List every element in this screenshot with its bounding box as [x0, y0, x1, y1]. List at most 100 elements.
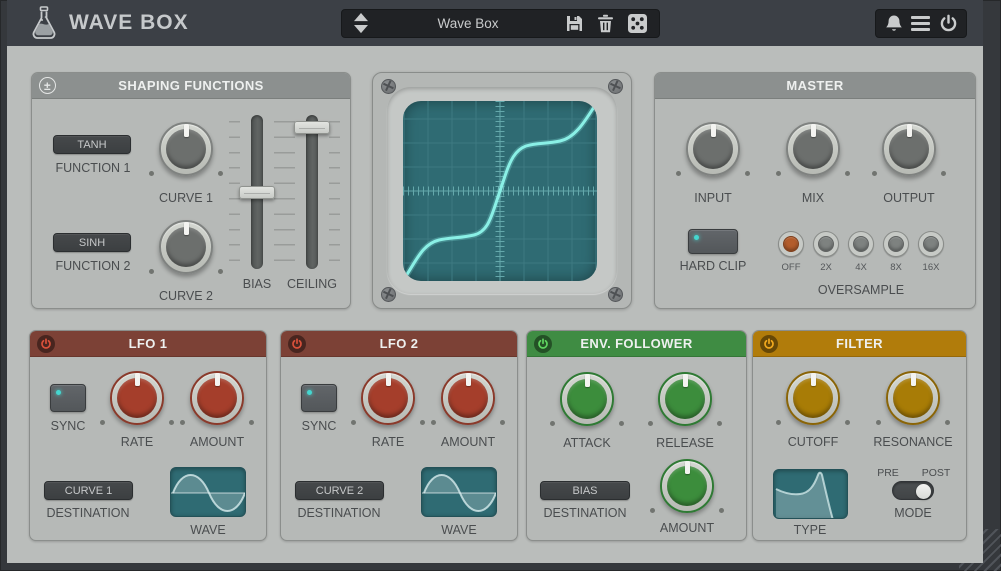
lfo2-sync-button[interactable]: [301, 384, 337, 412]
shaping-functions-title: SHAPING FUNCTIONS: [118, 78, 263, 93]
lfo1-amount-label: AMOUNT: [190, 435, 244, 449]
lfo2-title: LFO 2: [380, 336, 419, 351]
function2-select-button[interactable]: SINH: [53, 233, 131, 252]
shaping-functions-header: ± SHAPING FUNCTIONS: [32, 73, 350, 99]
env-destination-button[interactable]: BIAS: [540, 481, 630, 500]
oversample-8x-label: 8X: [890, 262, 902, 273]
env-follower-header: ENV. FOLLOWER: [527, 331, 746, 357]
randomize-dice-icon[interactable]: [627, 13, 648, 34]
window-controls: [875, 9, 967, 38]
curve2-knob[interactable]: [159, 220, 213, 274]
screw-icon: [608, 287, 623, 302]
oversample-8x-radio[interactable]: [883, 231, 909, 257]
lfo1-power-icon[interactable]: [37, 335, 55, 353]
bipolar-plus-minus-icon[interactable]: ±: [39, 77, 56, 94]
attack-knob[interactable]: [560, 372, 614, 426]
curve2-label: CURVE 2: [159, 289, 213, 303]
titlebar: WAVE BOX Wave Box: [7, 0, 983, 46]
hard-clip-label: HARD CLIP: [680, 259, 747, 273]
function1-select-button[interactable]: TANH: [53, 135, 131, 154]
menu-icon[interactable]: [911, 16, 930, 31]
function1-label: FUNCTION 1: [56, 161, 131, 175]
env-amount-label: AMOUNT: [660, 521, 714, 535]
function2-label: FUNCTION 2: [56, 259, 131, 273]
filter-power-icon[interactable]: [760, 335, 778, 353]
input-label: INPUT: [694, 191, 732, 205]
oversample-16x-label: 16X: [923, 262, 940, 273]
release-knob[interactable]: [658, 372, 712, 426]
master-header: MASTER: [655, 73, 975, 99]
preset-down-icon[interactable]: [354, 25, 368, 34]
lfo2-panel: LFO 2 SYNC RATE AMOUNT CURVE 2 DESTINATI…: [280, 330, 518, 541]
shaping-functions-panel: ± SHAPING FUNCTIONS TANH FUNCTION 1 CURV…: [31, 72, 351, 309]
save-icon[interactable]: [565, 14, 584, 33]
ceiling-slider-track[interactable]: [306, 115, 318, 269]
filter-header: FILTER: [753, 331, 966, 357]
preset-actions: [565, 13, 650, 34]
mode-pre-label: PRE: [877, 467, 899, 479]
mode-toggle-switch[interactable]: [892, 481, 934, 500]
screw-icon: [381, 287, 396, 302]
lowpass-curve-icon: [774, 470, 848, 519]
attack-label: ATTACK: [563, 436, 610, 450]
preset-up-icon[interactable]: [354, 13, 368, 22]
oversample-off-radio[interactable]: [778, 231, 804, 257]
mode-toggle-knob[interactable]: [916, 484, 931, 499]
oscilloscope-bezel: [372, 72, 632, 309]
lfo2-amount-knob[interactable]: [441, 371, 495, 425]
lfo1-panel: LFO 1 SYNC RATE AMOUNT CURVE 1 DESTINATI…: [29, 330, 267, 541]
preset-prev-next-buttons[interactable]: [351, 12, 371, 36]
filter-type-display[interactable]: [773, 469, 848, 519]
curve1-label: CURVE 1: [159, 191, 213, 205]
mode-post-label: POST: [922, 467, 951, 479]
ceiling-slider-handle[interactable]: [294, 121, 330, 134]
oversample-label: OVERSAMPLE: [818, 283, 904, 297]
lfo1-wave-display[interactable]: [170, 467, 246, 517]
oscilloscope-screen: [403, 101, 597, 281]
env-follower-power-icon[interactable]: [534, 335, 552, 353]
lfo2-power-icon[interactable]: [288, 335, 306, 353]
plugin-window: WAVE BOX Wave Box: [0, 0, 1001, 571]
sine-wave-icon: [422, 468, 497, 517]
lfo2-destination-button[interactable]: CURVE 2: [295, 481, 384, 500]
lfo2-amount-label: AMOUNT: [441, 435, 495, 449]
curve1-knob[interactable]: [159, 122, 213, 176]
filter-title: FILTER: [836, 336, 883, 351]
env-follower-panel: ENV. FOLLOWER ATTACK RELEASE BIAS DESTIN…: [526, 330, 747, 541]
oversample-2x-radio[interactable]: [813, 231, 839, 257]
hard-clip-button[interactable]: [688, 229, 738, 254]
transfer-curve-display: [403, 101, 597, 281]
preset-name[interactable]: Wave Box: [371, 16, 565, 31]
lfo2-destination-label: DESTINATION: [297, 506, 380, 520]
lfo1-rate-knob[interactable]: [110, 371, 164, 425]
cutoff-knob[interactable]: [786, 371, 840, 425]
lfo1-title: LFO 1: [129, 336, 168, 351]
lfo1-sync-led: [56, 390, 61, 395]
power-bypass-icon[interactable]: [939, 14, 958, 33]
oversample-off-label: OFF: [782, 262, 801, 273]
lfo1-sync-button[interactable]: [50, 384, 86, 412]
lfo2-sync-label: SYNC: [302, 419, 337, 433]
ceiling-slider[interactable]: [282, 115, 342, 269]
mix-knob[interactable]: [786, 122, 840, 176]
preset-selector: Wave Box: [341, 9, 660, 38]
input-knob[interactable]: [686, 122, 740, 176]
oversample-16x-radio[interactable]: [918, 231, 944, 257]
output-label: OUTPUT: [883, 191, 934, 205]
lfo1-destination-button[interactable]: CURVE 1: [44, 481, 133, 500]
lfo2-wave-display[interactable]: [421, 467, 497, 517]
lfo1-amount-knob[interactable]: [190, 371, 244, 425]
bias-slider-handle[interactable]: [239, 186, 275, 199]
lfo2-rate-knob[interactable]: [361, 371, 415, 425]
mode-label: MODE: [894, 506, 932, 520]
env-amount-knob[interactable]: [660, 459, 714, 513]
notifications-bell-icon[interactable]: [885, 14, 903, 33]
oversample-4x-radio[interactable]: [848, 231, 874, 257]
resonance-knob[interactable]: [886, 371, 940, 425]
lfo2-sync-led: [307, 390, 312, 395]
release-label: RELEASE: [656, 436, 714, 450]
bias-slider[interactable]: [227, 115, 287, 269]
output-knob[interactable]: [882, 122, 936, 176]
delete-preset-icon[interactable]: [597, 14, 614, 33]
filter-type-label: TYPE: [794, 523, 827, 537]
